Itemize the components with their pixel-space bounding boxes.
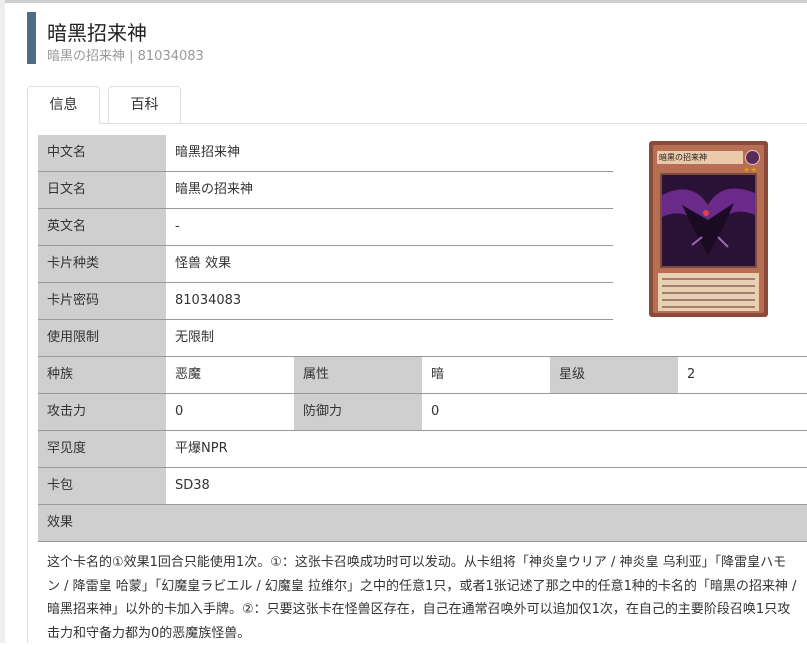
card-artwork bbox=[660, 173, 757, 268]
page-subtitle: 暗黒の招来神 | 81034083 bbox=[47, 49, 204, 64]
label-limit: 使用限制 bbox=[38, 320, 166, 356]
label-jp-name: 日文名 bbox=[38, 172, 166, 208]
label-atk: 攻击力 bbox=[38, 394, 166, 430]
value-race: 恶魔 bbox=[166, 357, 294, 393]
card-frame: 暗黒の招来神 ★★ bbox=[653, 145, 764, 313]
label-def: 防御力 bbox=[294, 394, 422, 430]
label-level: 星级 bbox=[550, 357, 678, 393]
top-border bbox=[0, 0, 807, 3]
card-text-box bbox=[658, 273, 759, 311]
row-divider bbox=[38, 541, 807, 542]
label-effect: 效果 bbox=[38, 505, 807, 541]
label-rarity: 罕见度 bbox=[38, 431, 166, 467]
value-jp-name: 暗黒の招来神 bbox=[166, 172, 613, 208]
value-rarity: 平爆NPR bbox=[166, 431, 807, 467]
value-cn-name: 暗黑招来神 bbox=[166, 135, 613, 171]
label-card-type: 卡片种类 bbox=[38, 246, 166, 282]
dark-attribute-icon bbox=[745, 150, 760, 165]
card-image-name: 暗黒の招来神 bbox=[657, 151, 743, 164]
fiend-artwork-icon bbox=[662, 175, 755, 266]
label-pack: 卡包 bbox=[38, 468, 166, 504]
value-attribute: 暗 bbox=[422, 357, 550, 393]
page-title: 暗黑招来神 bbox=[47, 21, 147, 45]
title-accent-bar bbox=[27, 12, 36, 64]
left-edge bbox=[0, 0, 5, 643]
value-en-name: - bbox=[166, 209, 613, 245]
effect-text: 这个卡名的①效果1回合只能使用1次。①：这张卡召唤成功时可以发动。从卡组将「神炎… bbox=[47, 555, 797, 641]
label-cn-name: 中文名 bbox=[38, 135, 166, 171]
label-en-name: 英文名 bbox=[38, 209, 166, 245]
value-password: 81034083 bbox=[166, 283, 613, 319]
card-image: 暗黒の招来神 ★★ bbox=[649, 141, 768, 317]
value-pack: SD38 bbox=[166, 468, 807, 504]
value-limit: 无限制 bbox=[166, 320, 613, 356]
value-atk: 0 bbox=[166, 394, 294, 430]
tab-wiki[interactable]: 百科 bbox=[108, 86, 181, 124]
value-card-type: 怪兽 效果 bbox=[166, 246, 613, 282]
value-def: 0 bbox=[422, 394, 807, 430]
label-password: 卡片密码 bbox=[38, 283, 166, 319]
label-attribute: 属性 bbox=[294, 357, 422, 393]
label-race: 种族 bbox=[38, 357, 166, 393]
tab-info[interactable]: 信息 bbox=[27, 86, 100, 124]
value-level: 2 bbox=[678, 357, 807, 393]
